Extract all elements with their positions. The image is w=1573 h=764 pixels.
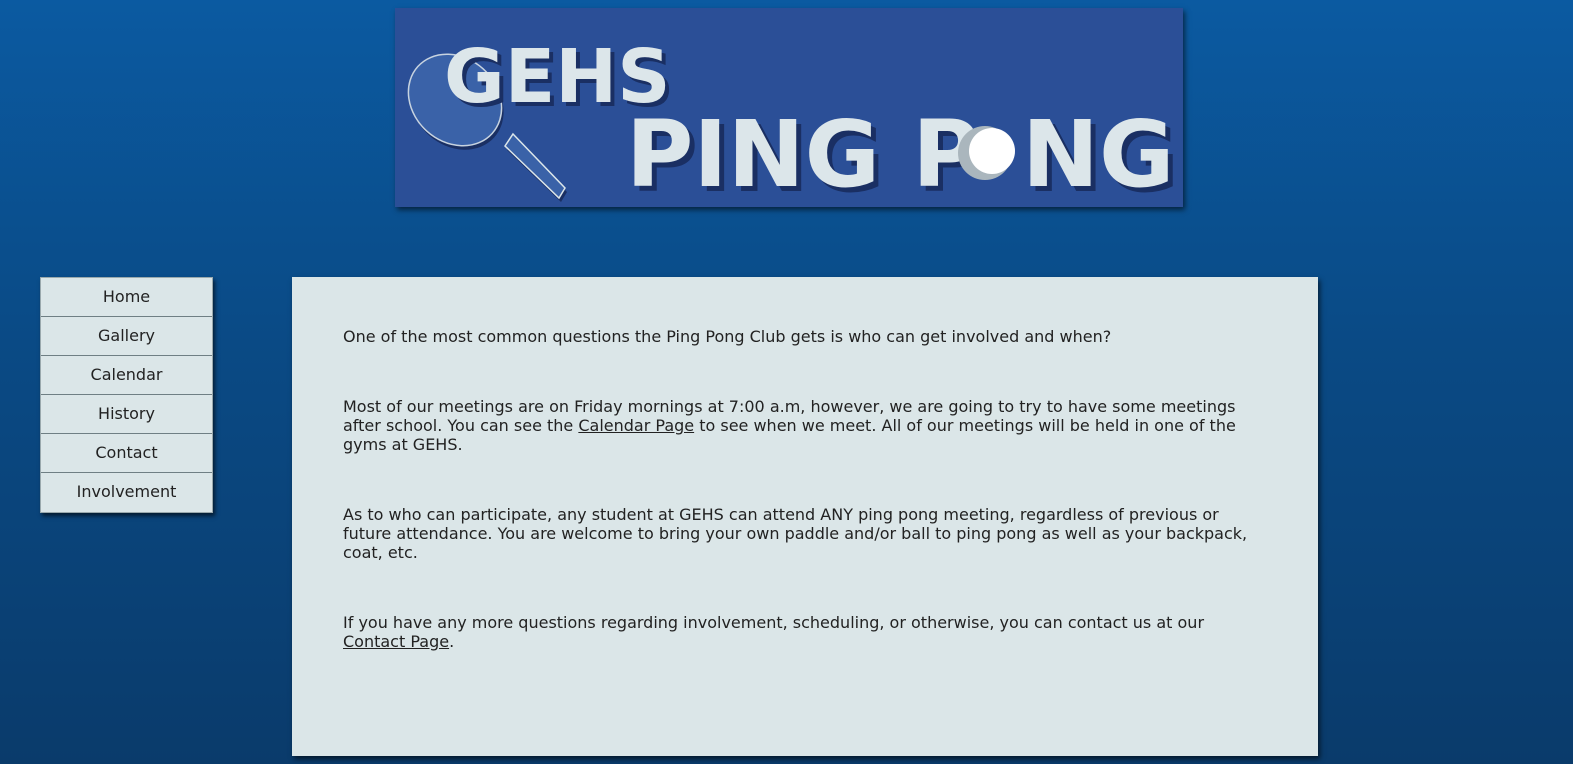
nav-item-gallery[interactable]: Gallery [41,317,212,356]
sidebar-nav: Home Gallery Calendar History Contact In… [40,277,213,513]
nav-item-home[interactable]: Home [41,278,212,317]
paragraph-participation: As to who can participate, any student a… [343,505,1248,562]
nav-item-calendar[interactable]: Calendar [41,356,212,395]
paragraph-contact-text-start: If you have any more questions regarding… [343,613,1205,632]
calendar-page-link[interactable]: Calendar Page [578,416,694,435]
banner-title-line2-suffix: NG [1022,101,1175,207]
paragraph-intro: One of the most common questions the Pin… [343,327,1112,346]
paragraph-meetings: Most of our meetings are on Friday morni… [343,397,1267,454]
ping-pong-ball-icon [958,126,1015,180]
nav-item-history[interactable]: History [41,395,212,434]
site-banner: GEHS GEHS PING P PING P NG NG [395,8,1183,207]
paragraph-contact: If you have any more questions regarding… [343,613,1267,651]
paragraph-contact-text-end: . [449,632,455,651]
nav-item-involvement[interactable]: Involvement [41,473,212,512]
banner-title-line2-prefix: PING P [626,101,980,207]
main-content-panel: One of the most common questions the Pin… [292,277,1318,756]
nav-item-contact[interactable]: Contact [41,434,212,473]
contact-page-link[interactable]: Contact Page [343,632,449,651]
